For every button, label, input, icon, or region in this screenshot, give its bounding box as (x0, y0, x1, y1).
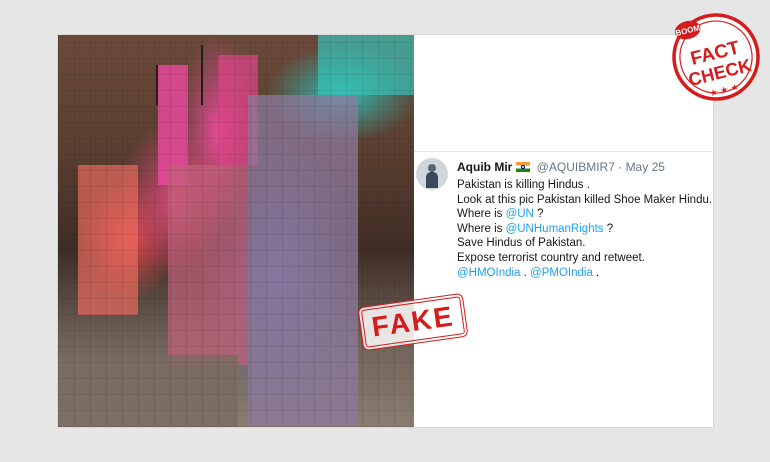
tweet-line: @HMOIndia . @PMOIndia . (457, 266, 600, 279)
india-flag-icon (516, 162, 531, 172)
tweet-line: Save Hindus of Pakistan. (457, 237, 586, 250)
mention-un-link[interactable]: @UN (506, 208, 534, 220)
tweet-line: Expose terrorist country and retweet. (457, 251, 645, 264)
tweet-text: Pakistan is killing Hindus . Look at thi… (457, 178, 712, 280)
avatar[interactable] (416, 158, 448, 190)
mention-unhumanrights-link[interactable]: @UNHumanRights (506, 223, 604, 235)
mention-pmoindia-link[interactable]: @PMOIndia (530, 267, 593, 279)
tweet-line: Where is @UN ? (457, 208, 544, 221)
tweet-display-name[interactable]: Aquib Mir (457, 160, 512, 174)
tweet-separator: · (618, 160, 623, 174)
tweet-date[interactable]: May 25 (626, 160, 665, 174)
tweet-divider (414, 151, 712, 152)
pixelation-overlay (58, 35, 414, 427)
tweet-line: Pakistan is killing Hindus . (457, 179, 590, 191)
tweet-line: Where is @UNHumanRights ? (457, 222, 614, 235)
tweet-header: Aquib Mir @AQUIBMIR7 · May 25 (457, 160, 665, 174)
mention-hmoindia-link[interactable]: @HMOIndia (457, 267, 520, 279)
tweet-line: Look at this pic Pakistan killed Shoe Ma… (457, 193, 713, 206)
tweet-handle[interactable]: @AQUIBMIR7 (537, 160, 615, 174)
boom-fact-check-logo: BOOM FACT CHECK ★ ★ ★ (672, 13, 760, 101)
blurred-photo (58, 35, 414, 427)
